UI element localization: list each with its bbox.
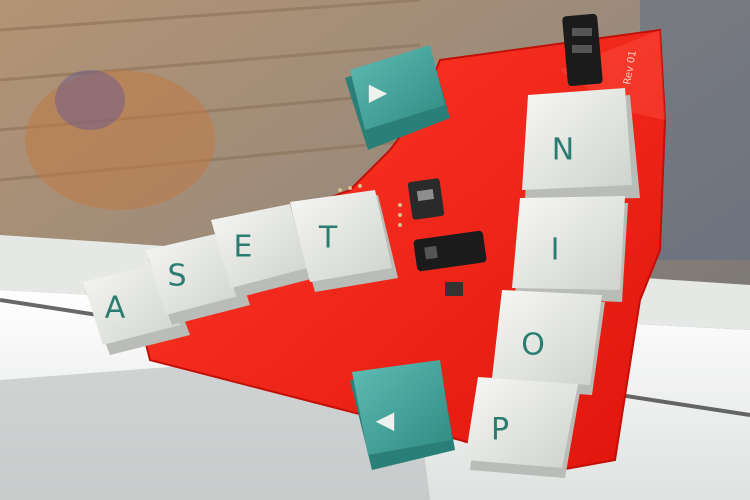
- reset-button: [445, 282, 463, 296]
- svg-text:T: T: [318, 221, 338, 256]
- svg-text:E: E: [234, 230, 253, 265]
- svg-text:P: P: [491, 413, 509, 448]
- svg-text:▶: ▶: [369, 78, 388, 106]
- photo-scene: Rev 01 ▶ ◀ A S E T N I O P: [0, 0, 750, 500]
- svg-text:N: N: [552, 133, 574, 168]
- scene-svg: Rev 01 ▶ ◀ A S E T N I O P: [0, 0, 750, 500]
- svg-text:I: I: [551, 233, 560, 268]
- key-p[interactable]: P: [465, 377, 580, 478]
- svg-text:A: A: [105, 291, 126, 326]
- key-n[interactable]: N: [522, 88, 640, 200]
- key-i[interactable]: I: [512, 196, 628, 302]
- svg-text:O: O: [521, 328, 545, 363]
- svg-text:◀: ◀: [376, 406, 395, 434]
- svg-text:S: S: [167, 259, 186, 294]
